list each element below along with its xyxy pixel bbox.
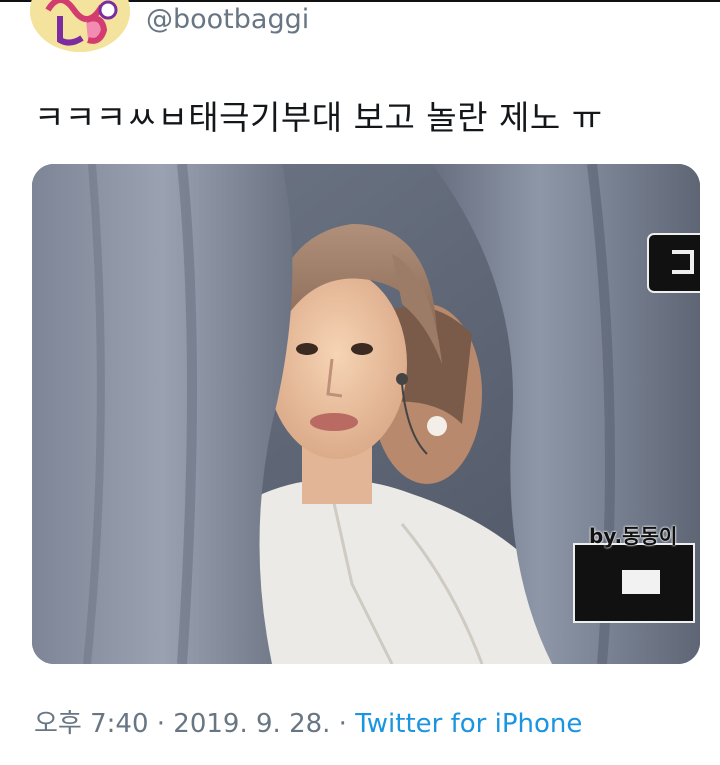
tweet-meta: 오후 7:40 · 2019. 9. 28. · Twitter for iPh… [34, 706, 582, 742]
tweet-date: 2019. 9. 28. [173, 709, 331, 739]
tweet-photo[interactable] [32, 164, 700, 664]
tweet-screenshot: @bootbaggi ㅋㅋㅋㅆㅂ태극기부대 보고 놀란 제노 ㅠ by.동동이 … [0, 0, 720, 765]
meta-separator: · [330, 709, 356, 739]
tweet-text: ㅋㅋㅋㅆㅂ태극기부대 보고 놀란 제노 ㅠ [34, 98, 603, 137]
tweet-source-link[interactable]: Twitter for iPhone [355, 709, 582, 739]
tweet-time: 오후 7:40 [34, 709, 149, 739]
photo-watermark: by.동동이 [589, 524, 678, 548]
meta-separator: · [148, 709, 174, 739]
profile-avatar-icon[interactable] [30, 0, 130, 52]
user-handle[interactable]: @bootbaggi [146, 2, 309, 38]
